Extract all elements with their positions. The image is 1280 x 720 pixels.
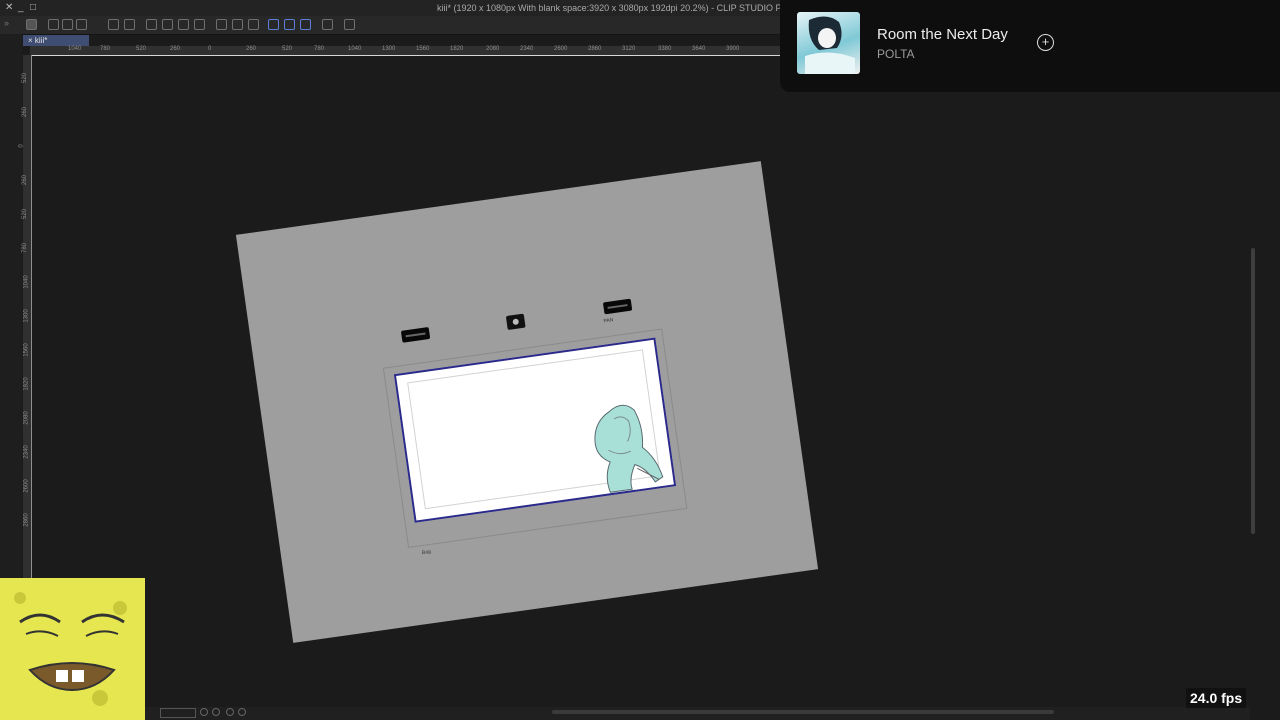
ruler-h-label: 2080 bbox=[486, 46, 500, 52]
webcam-overlay bbox=[0, 578, 145, 720]
song-title: Room the Next Day bbox=[877, 26, 1008, 43]
rotate-left-icon[interactable] bbox=[200, 708, 208, 716]
fill-icon[interactable] bbox=[178, 19, 189, 30]
window-title: kiii* (1920 x 1080px With blank space:39… bbox=[437, 3, 802, 13]
ruler-h-label: 3640 bbox=[692, 46, 706, 52]
horizontal-scrollbar[interactable] bbox=[552, 710, 1054, 714]
minimize-icon[interactable]: _ bbox=[18, 2, 24, 13]
settings-icon[interactable] bbox=[146, 19, 157, 30]
tab-label: kiii* bbox=[34, 36, 48, 45]
transform-icon[interactable] bbox=[162, 19, 173, 30]
ruler-v-label: 2340 bbox=[23, 445, 30, 459]
ruler-v-label: 2600 bbox=[23, 479, 30, 493]
flip-icon[interactable] bbox=[238, 708, 246, 716]
album-art bbox=[797, 12, 860, 74]
ruler-v-label: 260 bbox=[22, 174, 29, 186]
peg-hole-center bbox=[505, 313, 526, 330]
snap-ruler-icon[interactable] bbox=[268, 19, 279, 30]
vertical-scrollbar[interactable] bbox=[1251, 248, 1255, 534]
ruler-h-label: 520 bbox=[136, 46, 147, 52]
color-settings-icon[interactable] bbox=[344, 19, 355, 30]
undo-icon[interactable] bbox=[108, 19, 119, 30]
new-file-icon[interactable] bbox=[48, 19, 59, 30]
app-menu-icon[interactable] bbox=[26, 19, 37, 30]
ruler-v-label: 520 bbox=[22, 208, 29, 220]
ruler-v-label: 0 bbox=[18, 144, 25, 148]
close-icon[interactable]: ✕ bbox=[5, 2, 13, 13]
now-playing-card[interactable]: Room the Next Day POLTA + bbox=[780, 0, 1280, 92]
ruler-h-label: 780 bbox=[100, 46, 111, 52]
corner-label: Bag bbox=[421, 548, 432, 557]
ruler-h-label: 0 bbox=[208, 46, 212, 52]
peg-hole-right bbox=[602, 298, 633, 315]
ruler-h-label: 1560 bbox=[416, 46, 430, 52]
ruler-v-label: 1040 bbox=[23, 275, 30, 289]
selection-icon[interactable] bbox=[216, 19, 227, 30]
reset-rotation-icon[interactable] bbox=[226, 708, 234, 716]
ruler-h-label: 780 bbox=[314, 46, 325, 52]
snap-grid-icon[interactable] bbox=[300, 19, 311, 30]
ruler-h-label: 3900 bbox=[726, 46, 740, 52]
ruler-v-label: 2080 bbox=[23, 411, 30, 425]
save-icon[interactable] bbox=[76, 19, 87, 30]
crop-icon[interactable] bbox=[194, 19, 205, 30]
tab-document[interactable]: × kiii* bbox=[23, 35, 89, 46]
expand-icon[interactable]: » bbox=[4, 18, 9, 28]
canvas-viewport[interactable]: PAN Bag bbox=[32, 56, 1250, 706]
deselect-icon[interactable] bbox=[232, 19, 243, 30]
ruler-v-label: 780 bbox=[22, 242, 29, 254]
artist-name: POLTA bbox=[877, 47, 915, 61]
character-sketch bbox=[594, 404, 664, 493]
ruler-h-label: 520 bbox=[282, 46, 293, 52]
ruler-h-label: 260 bbox=[170, 46, 181, 52]
ruler-v-label: 1820 bbox=[23, 377, 30, 391]
tab-close-icon[interactable]: × bbox=[28, 36, 35, 45]
ruler-h-label: 2340 bbox=[520, 46, 534, 52]
rotate-right-icon[interactable] bbox=[212, 708, 220, 716]
ruler-h-label: 260 bbox=[246, 46, 257, 52]
ruler-h-label: 1040 bbox=[348, 46, 362, 52]
peg-label: PAN bbox=[603, 317, 614, 325]
ruler-v-label: 520 bbox=[22, 72, 29, 84]
invert-selection-icon[interactable] bbox=[248, 19, 259, 30]
zoom-field[interactable] bbox=[160, 708, 196, 718]
ruler-v-label: 260 bbox=[22, 106, 29, 118]
snap-special-ruler-icon[interactable] bbox=[284, 19, 295, 30]
peg-hole-left bbox=[400, 326, 431, 343]
ruler-h-label: 1300 bbox=[382, 46, 396, 52]
open-folder-icon[interactable] bbox=[62, 19, 73, 30]
plus-circle-icon[interactable]: + bbox=[1037, 34, 1054, 51]
ruler-h-label: 3380 bbox=[658, 46, 672, 52]
fps-counter: 24.0 fps bbox=[1186, 688, 1247, 708]
maximize-icon[interactable]: □ bbox=[30, 2, 36, 13]
ruler-h-label: 3120 bbox=[622, 46, 636, 52]
ruler-toggle-icon[interactable] bbox=[322, 19, 333, 30]
left-panel-strip bbox=[0, 34, 22, 594]
ruler-h-label: 2860 bbox=[588, 46, 602, 52]
command-bar: » bbox=[0, 16, 780, 35]
horizontal-ruler: 1040 780 520 260 0 260 520 780 1040 1300… bbox=[30, 46, 780, 56]
ruler-h-label: 2600 bbox=[554, 46, 568, 52]
redo-icon[interactable] bbox=[124, 19, 135, 30]
ruler-v-label: 1560 bbox=[23, 343, 30, 357]
canvas-paper[interactable]: PAN Bag bbox=[235, 161, 819, 643]
ruler-h-label: 1820 bbox=[450, 46, 464, 52]
ruler-v-label: 2860 bbox=[23, 513, 30, 527]
ruler-v-label: 1300 bbox=[23, 309, 30, 323]
ruler-h-label: 1040 bbox=[68, 46, 82, 52]
